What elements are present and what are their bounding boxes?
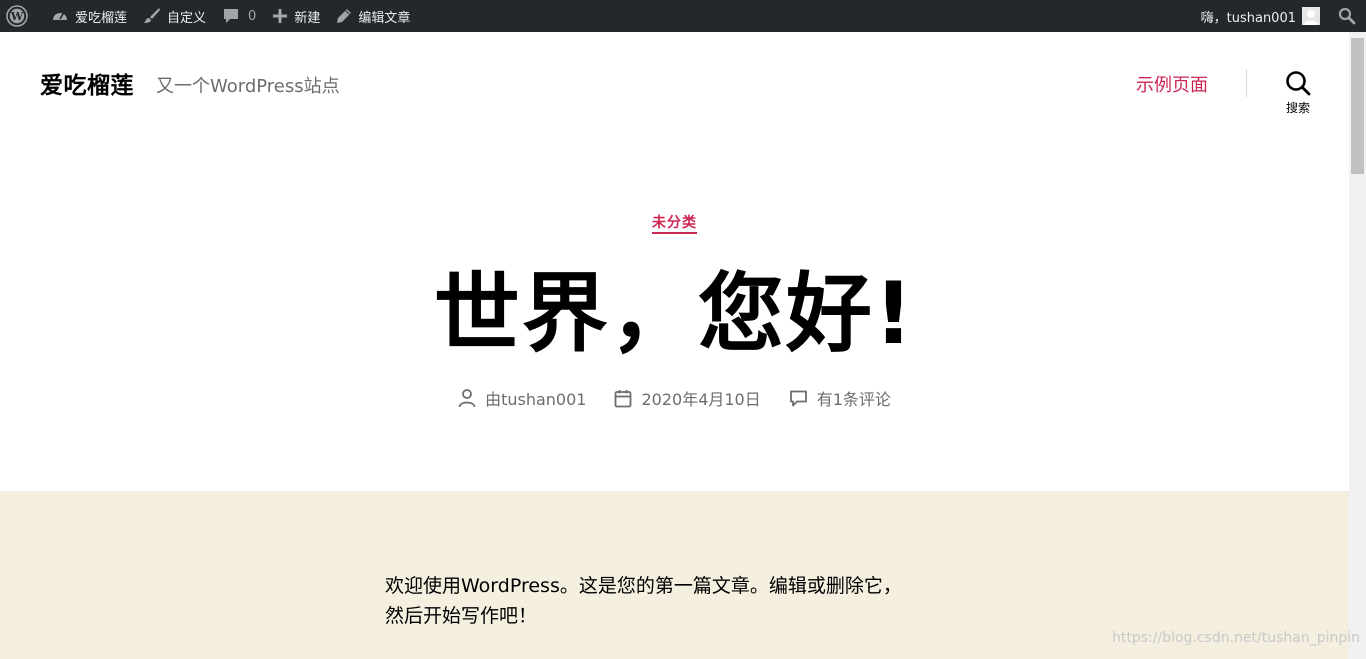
avatar-placeholder-icon — [1304, 10, 1318, 25]
watermark-text: https://blog.csdn.net/tushan_pinpin — [1112, 630, 1361, 646]
avatar — [1302, 7, 1320, 25]
header-search-toggle[interactable]: 搜索 — [1280, 70, 1316, 120]
customize-label: 自定义 — [167, 10, 207, 26]
comment-icon — [789, 390, 807, 406]
admin-bar-right: 嗨，tushan001 — [1193, 0, 1366, 32]
comments-button[interactable]: 0 — [214, 0, 264, 32]
pencil-icon — [337, 9, 352, 23]
post-author-link[interactable]: 由tushan001 — [485, 386, 586, 410]
comment-bubble-icon — [224, 9, 239, 23]
admin-bar: W 爱吃榴莲 自定义 0 新建 编辑文章 嗨，tushan001 — [0, 0, 1366, 32]
admin-bar-search-button[interactable] — [1328, 0, 1366, 32]
search-icon — [1286, 71, 1311, 96]
my-account-button[interactable]: 嗨，tushan001 — [1193, 0, 1328, 32]
post-date-link[interactable]: 2020年4月10日 — [641, 386, 760, 410]
new-content-label: 新建 — [294, 10, 321, 26]
post-comments-link[interactable]: 有1条评论 — [817, 386, 891, 410]
content-paragraph-line2: 然后开始写作吧！ — [385, 605, 538, 627]
post-title: 世界，您好! — [433, 264, 916, 364]
dashboard-icon — [53, 12, 67, 20]
post-date: 2020年4月10日 — [614, 386, 761, 410]
post-author: 由tushan001 — [458, 386, 586, 410]
paintbrush-icon — [144, 8, 161, 23]
admin-bar-site-name-label: 爱吃榴莲 — [75, 10, 128, 26]
comments-count: 0 — [248, 8, 257, 24]
new-content-button[interactable]: 新建 — [264, 0, 328, 32]
customize-button[interactable]: 自定义 — [135, 0, 214, 32]
greeting-label: 嗨，tushan001 — [1200, 10, 1296, 26]
plus-icon — [273, 9, 288, 23]
wordpress-logo-icon: W — [6, 5, 28, 27]
site-title[interactable]: 爱吃榴莲 — [40, 66, 134, 100]
search-toggle-label: 搜索 — [1285, 101, 1310, 115]
post-category: 未分类 — [0, 212, 1349, 234]
edit-post-button[interactable]: 编辑文章 — [328, 0, 418, 32]
wordpress-logo-button[interactable]: W — [0, 0, 43, 32]
page-scrollbar[interactable] — [1349, 32, 1366, 659]
calendar-icon — [615, 389, 632, 407]
user-icon — [458, 389, 476, 408]
site-tagline: 又一个WordPress站点 — [156, 76, 340, 97]
nav-item-sample-page[interactable]: 示例页面 — [1136, 71, 1208, 97]
post-comments: 有1条评论 — [789, 386, 891, 410]
admin-bar-left: W 爱吃榴莲 自定义 0 新建 编辑文章 — [0, 0, 418, 32]
svg-text:W: W — [10, 10, 24, 23]
post-content: 欢迎使用WordPress。这是您的第一篇文章。编辑或删除它， 然后开始写作吧！ — [385, 571, 965, 631]
post-meta: 由tushan001 2020年4月10日 有1条评论 — [0, 386, 1349, 410]
admin-bar-site-name[interactable]: 爱吃榴莲 — [43, 0, 135, 32]
scrollbar-thumb[interactable] — [1351, 38, 1364, 174]
edit-post-label: 编辑文章 — [358, 10, 411, 26]
search-icon — [1338, 7, 1356, 25]
category-link[interactable]: 未分类 — [652, 215, 697, 234]
content-paragraph-line1: 欢迎使用WordPress。这是您的第一篇文章。编辑或删除它， — [385, 575, 902, 597]
header-divider — [1246, 69, 1247, 97]
